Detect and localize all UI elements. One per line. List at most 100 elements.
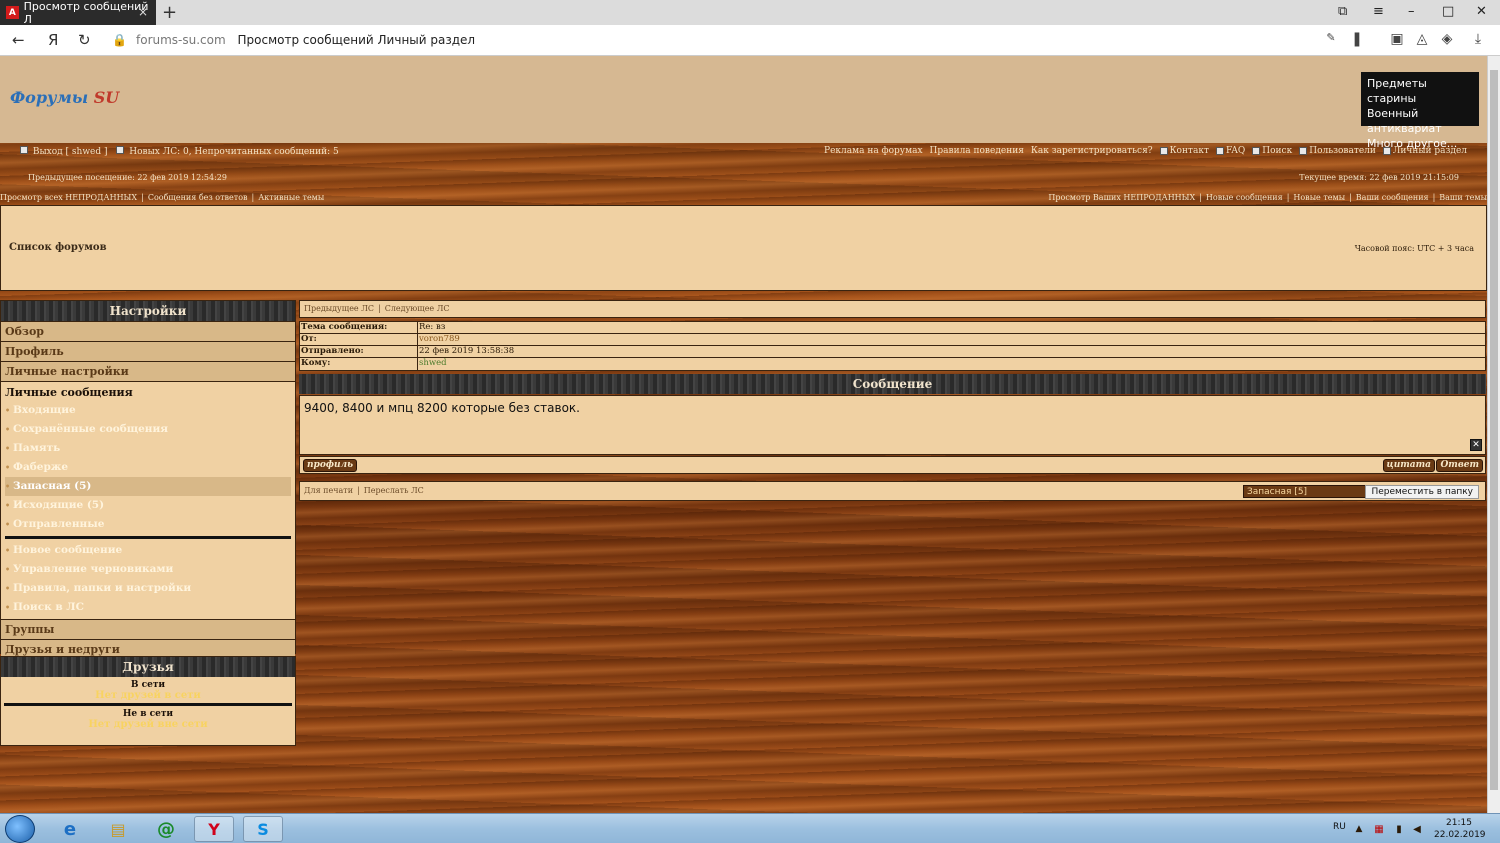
active-topics-link[interactable]: Активные темы (258, 193, 324, 202)
yandex-browser-icon[interactable]: Y (194, 816, 234, 842)
new-posts-link[interactable]: Новые сообщения (1206, 193, 1283, 202)
tab-close-icon[interactable]: × (138, 5, 148, 19)
sync-icon[interactable]: ◬ (1413, 31, 1431, 49)
screenshot-icon[interactable]: ▣ (1388, 31, 1406, 49)
your-topics-link[interactable]: Ваши темы (1439, 193, 1487, 202)
folder-sent[interactable]: Отправленные (5, 515, 291, 534)
scrollbar-thumb[interactable] (1490, 70, 1498, 790)
ad-banner[interactable]: Предметы старины Военный антиквариат Мно… (1361, 72, 1479, 150)
ucp-link[interactable]: Личный раздел (1393, 146, 1467, 156)
tray-expand-icon[interactable]: ▲ (1352, 816, 1366, 842)
logout-link[interactable]: Выход [ shwed ] (33, 147, 108, 157)
bookmark-icon[interactable]: ❚ (1348, 31, 1366, 49)
back-arrow-icon[interactable]: ← (12, 31, 25, 49)
from-user-link[interactable]: voron789 (418, 334, 460, 345)
site-info-icon[interactable]: 🔒 (112, 33, 127, 47)
download-icon[interactable]: ⤓ (1469, 31, 1487, 49)
pm-drafts[interactable]: Управление черновиками (5, 560, 291, 579)
folder-memory[interactable]: Память (5, 439, 291, 458)
offline-title: Не в сети (122, 709, 174, 719)
to-user-link[interactable]: shwed (418, 358, 447, 370)
pm-rules-folders[interactable]: Правила, папки и настройки (5, 579, 291, 598)
menu-overview[interactable]: Обзор (1, 321, 295, 341)
print-link[interactable]: Для печати (304, 486, 353, 495)
report-icon[interactable]: ✕ (1470, 439, 1482, 451)
mail-agent-icon[interactable]: @ (146, 816, 186, 842)
system-clock[interactable]: 21:15 22.02.2019 (1434, 817, 1486, 841)
pen-icon[interactable]: ✎ (1322, 31, 1340, 49)
friends-title: Друзья (1, 657, 295, 677)
reply-button[interactable]: Ответ (1436, 459, 1483, 472)
unanswered-link[interactable]: Сообщения без ответов (148, 193, 248, 202)
ucp-icon (1382, 147, 1391, 155)
windows-taskbar: e ▤ @ Y S RU ▲ ▦ ▮ ◀ 21:15 22.02.2019 (0, 813, 1500, 843)
folder-saved[interactable]: Сохранённые сообщения (5, 420, 291, 439)
menu-groups[interactable]: Группы (1, 619, 295, 639)
reload-icon[interactable]: ↻ (78, 31, 91, 49)
forward-link[interactable]: Переслать ЛС (364, 486, 424, 495)
subject-value: Re: вз (419, 322, 446, 332)
network-icon[interactable]: ▦ (1372, 816, 1386, 842)
online-title: В сети (130, 680, 166, 690)
shield-icon[interactable]: ◈ (1438, 31, 1456, 49)
sub-links-right: Просмотр Ваших НЕПРОДАННЫХ | Новые сообщен… (1048, 193, 1487, 202)
faq-link[interactable]: FAQ (1226, 146, 1245, 156)
language-indicator[interactable]: RU (1333, 822, 1346, 832)
next-pm-link[interactable]: Следующее ЛС (385, 304, 450, 313)
profile-button[interactable]: профиль (303, 459, 358, 472)
folder-select[interactable]: Запасная [5] ▾ (1243, 485, 1375, 498)
signal-icon[interactable]: ▮ (1392, 816, 1406, 842)
page-scrollbar[interactable] (1487, 56, 1500, 813)
settings-title: Настройки (1, 301, 295, 321)
quote-button[interactable]: цитата (1382, 459, 1435, 472)
volume-icon[interactable]: ◀ (1410, 816, 1424, 842)
clock-time: 21:15 (1446, 818, 1472, 828)
pm-search[interactable]: Поиск в ЛС (5, 598, 291, 617)
online-empty: Нет друзей в сети (95, 690, 201, 701)
window-close-icon[interactable]: ✕ (1476, 4, 1487, 19)
prev-pm-link[interactable]: Предыдущее ЛС (304, 304, 374, 313)
url-field[interactable]: forums-su.com Просмотр сообщений Личный … (136, 33, 475, 47)
internet-explorer-icon[interactable]: e (50, 816, 90, 842)
folder-select-value: Запасная [5] (1247, 487, 1308, 497)
rules-link[interactable]: Правила поведения (930, 146, 1024, 156)
browser-tab[interactable]: А Просмотр сообщений Л × (0, 0, 156, 26)
to-row: Кому: shwed (300, 358, 1485, 370)
new-topics-link[interactable]: Новые темы (1293, 193, 1345, 202)
pm-section-title[interactable]: Личные сообщения (5, 386, 291, 399)
start-button[interactable] (5, 815, 35, 843)
menu-preferences[interactable]: Личные настройки (1, 361, 295, 381)
pm-new-message[interactable]: Новое сообщение (5, 541, 291, 560)
sent-row: Отправлено: 22 фев 2019 13:58:38 (300, 346, 1485, 358)
menu-profile[interactable]: Профиль (1, 341, 295, 361)
forum-list-link[interactable]: Список форумов (9, 242, 107, 253)
file-explorer-icon[interactable]: ▤ (98, 816, 138, 842)
folder-outbox[interactable]: Исходящие (5) (5, 496, 291, 515)
site-logo[interactable]: Форумы SU (10, 88, 119, 107)
folder-inbox[interactable]: Входящие (5, 401, 291, 420)
howto-register-link[interactable]: Как зарегистрироваться? (1031, 146, 1153, 156)
maximize-icon[interactable]: □ (1442, 4, 1454, 19)
tabs-manager-icon[interactable]: ⧉ (1338, 4, 1347, 19)
contact-link[interactable]: Контакт (1170, 146, 1209, 156)
pm-status-link[interactable]: Новых ЛС: 0, Непрочитанных сообщений: 5 (129, 147, 339, 157)
address-bar: ← Я ↻ 🔒 forums-su.com Просмотр сообщений… (0, 25, 1500, 56)
message-header: Сообщение (299, 374, 1486, 394)
menu-icon[interactable]: ≡ (1373, 4, 1384, 19)
folder-faberge[interactable]: Фаберже (5, 458, 291, 477)
new-tab-button[interactable]: + (162, 2, 177, 23)
skype-icon[interactable]: S (243, 816, 283, 842)
members-link[interactable]: Пользователи (1309, 146, 1376, 156)
unsold-all-link[interactable]: Просмотр всех НЕПРОДАННЫХ (0, 193, 137, 202)
folder-spare[interactable]: Запасная (5) (5, 477, 291, 496)
message-text: 9400, 8400 и мпц 8200 которые без ставок… (304, 401, 580, 415)
ads-link[interactable]: Реклама на форумах (824, 146, 923, 156)
search-link[interactable]: Поиск (1262, 146, 1292, 156)
minimize-icon[interactable]: – (1408, 4, 1415, 19)
your-posts-link[interactable]: Ваши сообщения (1356, 193, 1429, 202)
last-visit: Предыдущее посещение: 22 фев 2019 12:54:… (28, 173, 227, 182)
top-links: Реклама на форумах Правила поведения Как… (824, 146, 1467, 156)
move-to-folder-button[interactable]: Переместить в папку (1365, 485, 1479, 499)
unsold-mine-link[interactable]: Просмотр Ваших НЕПРОДАННЫХ (1048, 193, 1195, 202)
yandex-icon[interactable]: Я (48, 31, 58, 49)
